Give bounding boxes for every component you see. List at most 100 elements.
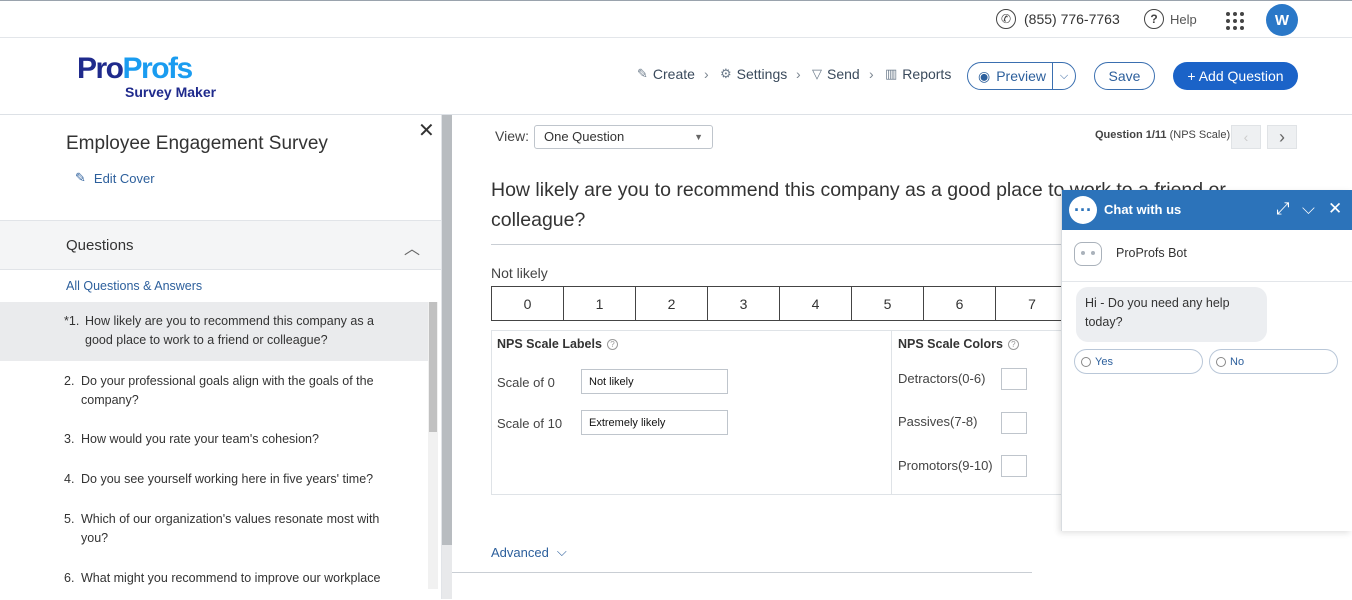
minimize-icon[interactable]: ⌵ [1302,199,1315,219]
all-questions-link[interactable]: All Questions & Answers [66,279,202,293]
view-select-value: One Question [544,129,625,144]
next-question-button[interactable]: › [1267,125,1297,149]
chevron-down-icon[interactable]: ⌵ [1053,70,1075,83]
question-list: *1. How likely are you to recommend this… [0,302,428,600]
bottom-divider [452,572,1032,573]
eye-icon: ◉ [978,67,991,84]
promotors-color-swatch[interactable] [1001,455,1027,477]
view-select[interactable]: One Question ▼ [534,125,713,149]
question-list-item[interactable]: 4. Do you see yourself working here in f… [0,460,428,500]
question-list-item[interactable]: *1. How likely are you to recommend this… [0,302,428,361]
nav-reports-label: Reports [902,66,952,82]
logo-word-profs: Profs [122,52,194,85]
nps-option[interactable]: 2 [636,287,708,320]
chat-yes-option[interactable]: Yes [1074,349,1203,374]
send-icon: ▽ [812,66,822,81]
close-icon[interactable]: ✕ [418,118,435,143]
nps-option[interactable]: 3 [708,287,780,320]
chat-header: ··· Chat with us ⤢ ⌵ ✕ [1062,190,1352,230]
chevron-right-icon: › [869,66,874,82]
phone-contact[interactable]: ✆ (855) 776-7763 [996,9,1120,29]
top-utility-bar: ✆ (855) 776-7763 ? Help W [0,0,1352,38]
chevron-right-icon: › [704,66,709,82]
nav-reports[interactable]: ▥ Reports [885,66,951,82]
chevron-left-icon: ‹ [1243,129,1249,145]
scale10-input[interactable]: Extremely likely [581,410,728,435]
prev-question-button[interactable]: ‹ [1231,125,1261,149]
close-icon[interactable]: ✕ [1328,199,1342,219]
nps-option[interactable]: 4 [780,287,852,320]
app-header: ProProfs Survey Maker ✎ Create › ⚙ Setti… [0,38,1352,115]
radio-icon [1216,356,1226,367]
chat-yes-label: Yes [1095,355,1113,368]
help-icon: ? [1144,9,1164,29]
passives-color-swatch[interactable] [1001,412,1027,434]
logo-product: Survey Maker [125,84,217,100]
chevron-down-icon: ⌵ [556,544,567,559]
user-avatar[interactable]: W [1266,4,1298,36]
nps-labels-header: NPS Scale Labels ? [497,337,618,351]
caret-down-icon: ▼ [694,132,703,142]
chevron-up-icon[interactable]: ︿ [404,235,420,259]
question-number: 2. [64,374,75,388]
chat-bubble-icon: ··· [1069,196,1097,224]
question-number: 5. [64,512,75,526]
proprofs-logo[interactable]: ProProfs Survey Maker [77,52,237,101]
nps-option[interactable]: 6 [924,287,996,320]
nav-send-label: Send [827,66,860,82]
sidebar-scrollbar[interactable] [442,115,452,599]
nps-option[interactable]: 5 [852,287,924,320]
nps-colors-title: NPS Scale Colors [898,337,1003,351]
nav-create-label: Create [652,66,695,82]
apps-grid-icon[interactable] [1226,12,1244,30]
chat-message: Hi - Do you need any help today? [1076,287,1267,342]
sidebar-list-scrollbar[interactable] [428,302,438,589]
question-number: 3. [64,432,75,446]
nps-settings-panel: NPS Scale Labels ? Scale of 0 Not likely… [491,330,1071,495]
nps-option[interactable]: 1 [564,287,636,320]
preview-button[interactable]: ◉ Preview [968,63,1053,89]
scale10-label: Scale of 10 [497,416,563,431]
question-list-item[interactable]: 3. How would you rate your team's cohesi… [0,420,428,460]
nav-send[interactable]: ▽ Send [812,66,860,82]
help-link[interactable]: ? Help [1144,9,1197,29]
bar-chart-icon: ▥ [885,66,898,81]
bot-icon [1074,242,1102,266]
phone-number: (855) 776-7763 [1024,11,1120,27]
survey-title: Employee Engagement Survey [66,133,328,154]
question-type: (NPS Scale) [1169,129,1231,141]
chat-bot-row: ProProfs Bot [1062,230,1352,282]
preview-label: Preview [996,68,1047,84]
scale0-input[interactable]: Not likely [581,369,728,394]
questions-section-header[interactable]: Questions ︿ [0,220,441,270]
edit-cover-link[interactable]: ✎ Edit Cover [75,170,155,186]
nps-colors-header: NPS Scale Colors ? [898,337,1019,351]
question-list-item[interactable]: 6. What might you recommend to improve o… [0,560,428,600]
advanced-label: Advanced [491,544,549,560]
detractors-label: Detractors(0-6) [898,371,986,386]
question-underline [491,244,1081,245]
question-number: 6. [64,571,75,585]
save-button[interactable]: Save [1094,62,1155,90]
add-question-button[interactable]: + Add Question [1173,62,1298,90]
advanced-toggle[interactable]: Advanced ⌵ [491,544,567,560]
expand-icon[interactable]: ⤢ [1276,199,1290,219]
nps-scale: 0 1 2 3 4 5 6 7 [491,286,1069,321]
question-list-item[interactable]: 2. Do your professional goals align with… [0,361,428,420]
logo-word-pro: Pro [77,52,124,85]
question-number: 4. [64,472,75,486]
nav-settings[interactable]: ⚙ Settings [720,66,787,82]
promotors-label: Promotors(9-10) [898,458,993,473]
help-icon[interactable]: ? [606,338,618,350]
question-sidebar: Employee Engagement Survey ✕ ✎ Edit Cove… [0,115,442,599]
detractors-color-swatch[interactable] [1001,368,1027,390]
nav-create[interactable]: ✎ Create [637,66,695,82]
chat-no-option[interactable]: No [1209,349,1338,374]
question-list-item[interactable]: 5. Which of our organization's values re… [0,500,428,560]
nps-option[interactable]: 7 [996,287,1068,320]
questions-header-label: Questions [66,237,134,254]
help-icon[interactable]: ? [1007,338,1019,350]
nps-option[interactable]: 0 [492,287,564,320]
help-label: Help [1170,11,1197,27]
question-counter-value: Question 1/11 [1095,129,1167,141]
